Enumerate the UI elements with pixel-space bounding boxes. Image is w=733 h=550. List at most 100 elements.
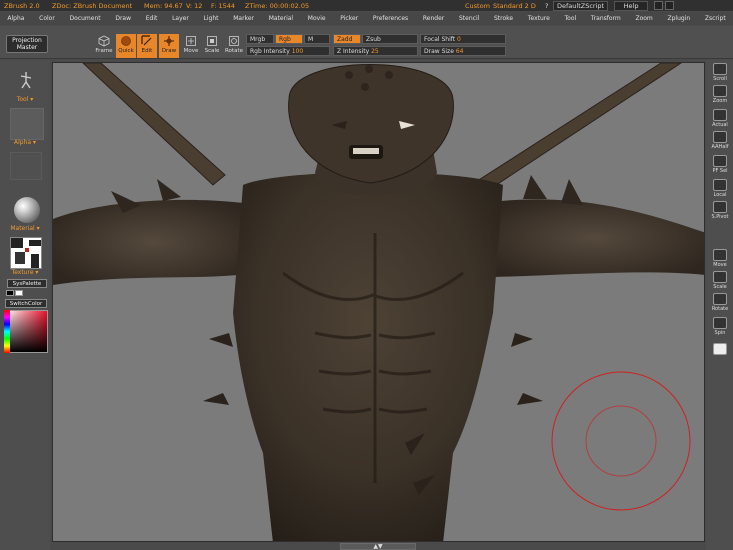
edit-button[interactable]: Edit [137, 34, 157, 58]
shelf-button-local[interactable]: Local [708, 178, 732, 200]
scale-button[interactable]: Scale [202, 34, 222, 58]
tool-menu-label[interactable]: Tool ▾ [0, 96, 50, 103]
document-name: ZDoc: ZBrush Document [52, 1, 133, 10]
spin-icon [713, 317, 727, 329]
creature-model[interactable] [53, 63, 705, 542]
cube-icon [98, 35, 110, 47]
menu-edit[interactable]: Edit [138, 12, 164, 25]
texture-thumbnail[interactable] [10, 237, 42, 269]
shelf-button-actual[interactable]: Actual [708, 108, 732, 130]
projection-master-button[interactable]: Projection Master [6, 35, 48, 53]
alpha-preview-slot[interactable] [10, 152, 42, 180]
sphere-icon [121, 36, 131, 46]
help-question-icon[interactable]: ? [541, 2, 551, 10]
menu-stencil[interactable]: Stencil [452, 12, 487, 25]
zsub-toggle[interactable]: Zsub [362, 34, 418, 44]
menu-stroke[interactable]: Stroke [487, 12, 521, 25]
window-controls[interactable] [654, 1, 675, 10]
texture-pattern-icon [11, 238, 41, 268]
menu-zoom[interactable]: Zoom [628, 12, 660, 25]
shelf-button-spin[interactable]: Spin [708, 316, 732, 338]
move-icon [186, 36, 196, 46]
rgb-intensity-value: 100 [291, 48, 304, 55]
syspalette-button[interactable]: SysPalette [7, 279, 47, 288]
menu-render[interactable]: Render [416, 12, 452, 25]
menu-tool[interactable]: Tool [557, 12, 583, 25]
rotate-icon [229, 36, 239, 46]
shelf-button-rotate[interactable]: Rotate [708, 292, 732, 314]
projection-master-label: Projection Master [12, 37, 42, 51]
material-sphere-icon[interactable] [14, 197, 40, 223]
aahalf-icon [713, 131, 727, 143]
color-picker[interactable] [4, 310, 48, 353]
draw-size-slider[interactable]: Draw Size 64 [420, 46, 506, 56]
shelf-button-aahalf[interactable]: AAHalf [708, 130, 732, 152]
secondary-color-swatch[interactable] [15, 290, 23, 296]
shelf-button-zoom[interactable]: Zoom [708, 84, 732, 106]
z-intensity-slider[interactable]: Z Intensity 25 [333, 46, 418, 56]
crosshair-icon [164, 36, 174, 46]
local-transform-icon [713, 179, 727, 191]
free-readout: F: 1544 [211, 1, 236, 10]
switchcolor-button[interactable]: SwitchColor [5, 299, 47, 308]
rotate-button[interactable]: Rotate [224, 34, 244, 58]
standard-ui-label[interactable]: Standard 2 D [489, 2, 541, 10]
menu-movie[interactable]: Movie [300, 12, 332, 25]
focal-shift-slider[interactable]: Focal Shift 0 [420, 34, 506, 44]
menu-zscript[interactable]: Zscript [698, 12, 733, 25]
frame-button[interactable]: Frame [94, 34, 114, 58]
memory-readout: Mem: 94.67 [144, 1, 183, 10]
polyframe-select-icon [713, 155, 727, 167]
menu-marker[interactable]: Marker [226, 12, 261, 25]
move-button[interactable]: Move [181, 34, 201, 58]
hue-strip[interactable] [4, 310, 10, 353]
menu-picker[interactable]: Picker [333, 12, 366, 25]
alpha-menu-label[interactable]: Alpha ▾ [0, 139, 50, 146]
main-color-swatch[interactable] [6, 290, 14, 296]
rgb-intensity-slider[interactable]: Rgb Intensity 100 [246, 46, 330, 56]
maximize-icon[interactable] [665, 1, 675, 10]
snap-pivot-icon [713, 201, 727, 213]
toolbar: Projection Master Frame Quick Edit Draw … [0, 26, 733, 59]
menu-zplugin[interactable]: Zplugin [660, 12, 697, 25]
minimize-icon[interactable] [654, 1, 664, 10]
menu-material[interactable]: Material [261, 12, 300, 25]
menu-layer[interactable]: Layer [165, 12, 196, 25]
help-button[interactable]: Help [614, 0, 649, 11]
mrgb-toggle[interactable]: Mrgb [246, 34, 274, 44]
status-bar: ZBrush 2.0 ZDoc: ZBrush Document Mem: 94… [0, 0, 733, 11]
tool-figure-icon[interactable] [18, 70, 34, 90]
zoom-magnifier-icon [713, 85, 727, 97]
menu-light[interactable]: Light [196, 12, 226, 25]
shelf-button-s-pivot[interactable]: S.Pivot [708, 200, 732, 222]
camera-icon[interactable] [708, 342, 732, 364]
rgb-toggle[interactable]: Rgb [275, 34, 303, 44]
menu-transform[interactable]: Transform [584, 12, 629, 25]
scroll-hand-icon [713, 63, 727, 75]
menu-preferences[interactable]: Preferences [366, 12, 416, 25]
shelf-button-move[interactable]: Move [708, 248, 732, 270]
custom-ui-label[interactable]: Custom [461, 2, 490, 10]
ztime-readout: ZTime: 00:00:02.05 [245, 1, 310, 10]
shelf-button-scroll[interactable]: Scroll [708, 62, 732, 84]
default-zscript-button[interactable]: DefaultZScript [553, 0, 609, 11]
menu-document[interactable]: Document [62, 12, 108, 25]
rotate-hand-icon [713, 293, 727, 305]
texture-menu-label[interactable]: Texture ▾ [0, 269, 50, 276]
bottom-scroll-handle[interactable]: ▲▼ [340, 543, 416, 550]
menu-alpha[interactable]: Alpha [0, 12, 32, 25]
shelf-button-pf-sel[interactable]: PF Sel [708, 154, 732, 176]
alpha-swatch[interactable] [10, 108, 44, 140]
draw-button[interactable]: Draw [159, 34, 179, 58]
m-toggle[interactable]: M [304, 34, 330, 44]
menu-color[interactable]: Color [32, 12, 62, 25]
material-menu-label[interactable]: Material ▾ [0, 225, 50, 232]
camera-glyph-icon [713, 343, 727, 355]
menu-draw[interactable]: Draw [108, 12, 138, 25]
move-hand-icon [713, 249, 727, 261]
shelf-button-scale[interactable]: Scale [708, 270, 732, 292]
menu-texture[interactable]: Texture [520, 12, 557, 25]
zadd-toggle[interactable]: Zadd [333, 34, 361, 44]
canvas-viewport[interactable] [52, 62, 705, 542]
quick-button[interactable]: Quick [116, 34, 136, 58]
